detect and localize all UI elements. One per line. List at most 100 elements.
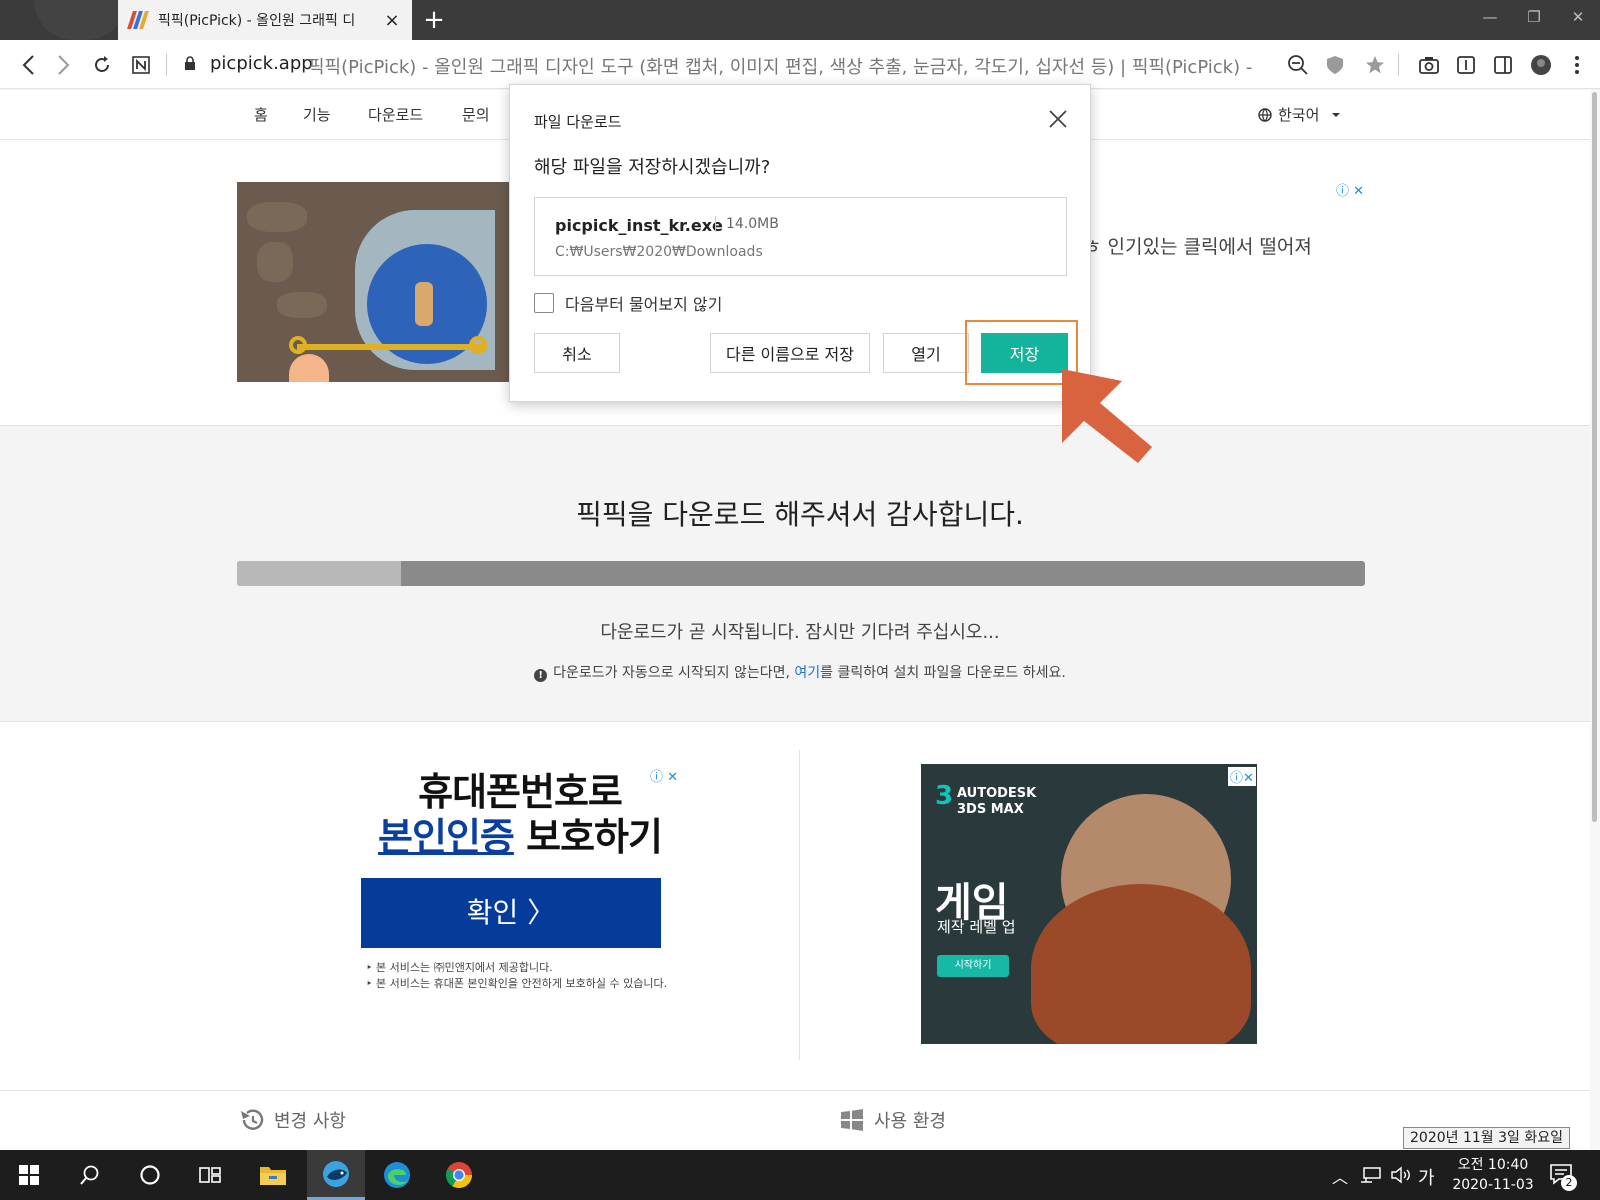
start-button[interactable]: [0, 1150, 58, 1200]
address-page-title[interactable]: 픽픽(PicPick) - 올인원 그래픽 디자인 도구 (화면 캡처, 이미지…: [308, 53, 1266, 79]
save-as-button[interactable]: 다른 이름으로 저장: [710, 333, 870, 373]
bottom-ads: ⓘ ✕ 휴대폰번호로 본인인증 보호하기 확인 〉 ‣ 본 서비스는 ㈜민앤지에…: [0, 722, 1590, 1090]
forward-icon[interactable]: [49, 50, 79, 80]
top-ad-text[interactable]: ㅎ 인기있는 클릭에서 떨어져: [1084, 232, 1312, 259]
file-explorer-button[interactable]: [244, 1150, 302, 1200]
autodesk-ad[interactable]: 3 AUTODESK 3DS MAX 게임 제작 레벨 업 시작하기: [921, 764, 1257, 1044]
lock-icon: [185, 56, 195, 70]
taskbar-clock[interactable]: 오전 10:40 2020-11-03: [1440, 1155, 1546, 1195]
ads-divider: [799, 750, 800, 1060]
scrollbar-thumb[interactable]: [1592, 92, 1597, 822]
browser-tab-active[interactable]: 픽픽(PicPick) - 올인원 그래픽 디 ×: [118, 0, 412, 40]
open-button[interactable]: 열기: [883, 333, 969, 373]
side-panel-icon[interactable]: [1488, 50, 1518, 80]
ad-line-2-rest: 보호하기: [513, 815, 663, 859]
address-host[interactable]: picpick.app: [210, 53, 313, 74]
language-selector[interactable]: 한국어: [1258, 104, 1341, 125]
whale-browser-icon: [323, 1160, 349, 1187]
wait-message: 다운로드가 곧 시작됩니다. 잠시만 기다려 주십시오...: [600, 622, 1000, 643]
nav-contact[interactable]: 문의: [462, 104, 490, 125]
network-icon[interactable]: [1360, 1166, 1382, 1184]
toolbar-separator: [166, 54, 167, 76]
capture-camera-icon[interactable]: [1414, 50, 1444, 80]
lower-section: 변경 사항 사용 환경: [0, 1090, 1590, 1150]
dialog-title: 파일 다운로드: [534, 113, 622, 131]
naver-home-icon[interactable]: [126, 50, 156, 80]
environment-label: 사용 환경: [874, 1111, 946, 1132]
browser-tab-strip: 픽픽(PicPick) - 올인원 그래픽 디 × + — ❐ ✕: [0, 0, 1600, 40]
close-icon[interactable]: [1046, 107, 1070, 131]
zoom-out-icon[interactable]: [1283, 50, 1313, 80]
back-icon[interactable]: [13, 50, 43, 80]
browser-toolbar: picpick.app 픽픽(PicPick) - 올인원 그래픽 디자인 도구…: [0, 40, 1600, 89]
reload-icon[interactable]: [87, 50, 117, 80]
file-info-box: picpick_inst_kr.exe 14.0MB C:₩Users₩2020…: [534, 197, 1067, 276]
chevron-down-icon: [1332, 112, 1341, 117]
nav-download[interactable]: 다운로드: [368, 104, 423, 125]
page-scrollbar[interactable]: [1590, 90, 1600, 1150]
dialog-question: 해당 파일을 저장하시겠습니까?: [534, 157, 771, 178]
picpick-favicon-icon: [127, 11, 149, 29]
volume-icon[interactable]: [1390, 1165, 1412, 1185]
ime-indicator[interactable]: 가: [1418, 1164, 1435, 1190]
profile-avatar-icon[interactable]: [1526, 50, 1556, 80]
restore-icon[interactable]: ❐: [1512, 0, 1556, 36]
file-name: picpick_inst_kr.exe: [555, 216, 723, 235]
action-center-button[interactable]: 2: [1549, 1163, 1577, 1191]
folder-icon: [260, 1167, 286, 1185]
bookmark-star-icon[interactable]: [1360, 50, 1390, 80]
ad-confirm-button[interactable]: 확인 〉: [361, 878, 661, 948]
task-view-icon: [199, 1167, 221, 1183]
reader-mode-icon[interactable]: [1451, 50, 1481, 80]
game-ad-image[interactable]: [237, 182, 512, 382]
search-icon: [80, 1165, 99, 1185]
new-tab-button[interactable]: +: [418, 4, 450, 36]
close-window-icon[interactable]: ✕: [1556, 0, 1600, 36]
ad-fine-line: ‣ 본 서비스는 휴대폰 본인확인을 안전하게 보호하실 수 있습니다.: [366, 977, 668, 990]
tab-close-icon[interactable]: ×: [382, 10, 402, 31]
manual-download-note: ! 다운로드가 자동으로 시작되지 않는다면, 여기를 클릭하여 설치 파일을 다…: [0, 662, 1600, 682]
manual-download-link[interactable]: 여기: [794, 665, 820, 681]
note-after: 를 클릭하여 설치 파일을 다운로드 하세요.: [820, 665, 1066, 681]
ad-start-button[interactable]: 시작하기: [937, 955, 1009, 977]
edge-button[interactable]: [368, 1150, 426, 1200]
ad-choices-icon[interactable]: ⓘ ✕: [1336, 180, 1364, 199]
changes-label: 변경 사항: [274, 1111, 346, 1132]
windows-taskbar: ︿ 가 오전 10:40 2020-11-03 2: [0, 1150, 1600, 1200]
checkbox-box[interactable]: [534, 293, 554, 313]
edge-icon: [384, 1162, 410, 1188]
task-view-button[interactable]: [181, 1150, 239, 1200]
ad-fine-line: ‣ 본 서비스는 ㈜민앤지에서 제공합니다.: [366, 961, 553, 974]
ad-line-1: 휴대폰번호로: [418, 770, 623, 814]
changes-heading[interactable]: 변경 사항: [238, 1107, 346, 1133]
nav-home[interactable]: 홈: [254, 104, 268, 125]
show-hidden-icons-icon[interactable]: ︿: [1332, 1164, 1348, 1188]
clock-date: 2020-11-03: [1452, 1177, 1534, 1193]
browser-taskbar-button[interactable]: [307, 1150, 365, 1200]
windows-start-icon: [19, 1165, 39, 1185]
cancel-button[interactable]: 취소: [534, 333, 620, 373]
chrome-icon: [445, 1162, 473, 1189]
windows-icon: [841, 1109, 863, 1131]
history-icon: [241, 1109, 264, 1130]
download-section: 픽픽을 다운로드 해주셔서 감사합니다. 다운로드가 곧 시작됩니다. 잠시만 …: [0, 425, 1590, 722]
thanks-heading: 픽픽을 다운로드 해주셔서 감사합니다.: [576, 498, 1024, 531]
search-button[interactable]: [61, 1150, 119, 1200]
file-path: C:₩Users₩2020₩Downloads: [555, 244, 763, 260]
download-progress-fill: [237, 561, 401, 586]
chrome-button[interactable]: [430, 1150, 488, 1200]
note-before: 다운로드가 자동으로 시작되지 않는다면,: [553, 665, 795, 681]
cortana-button[interactable]: [121, 1150, 179, 1200]
ad-choices-icon[interactable]: ⓘ✕: [1228, 767, 1256, 786]
notification-count-badge: 2: [1561, 1175, 1577, 1191]
shield-icon[interactable]: [1320, 50, 1350, 80]
cortana-icon: [140, 1165, 160, 1185]
file-size: 14.0MB: [715, 216, 779, 232]
identity-verification-ad[interactable]: 휴대폰번호로 본인인증 보호하기 확인 〉 ‣ 본 서비스는 ㈜민앤지에서 제공…: [360, 770, 680, 1030]
dont-ask-checkbox[interactable]: 다음부터 물어보지 않기: [534, 291, 722, 315]
nav-features[interactable]: 기능: [303, 104, 331, 125]
environment-heading[interactable]: 사용 환경: [840, 1107, 946, 1133]
menu-kebab-icon[interactable]: [1562, 50, 1592, 80]
minimize-icon[interactable]: —: [1468, 0, 1512, 36]
language-label: 한국어: [1278, 106, 1320, 124]
